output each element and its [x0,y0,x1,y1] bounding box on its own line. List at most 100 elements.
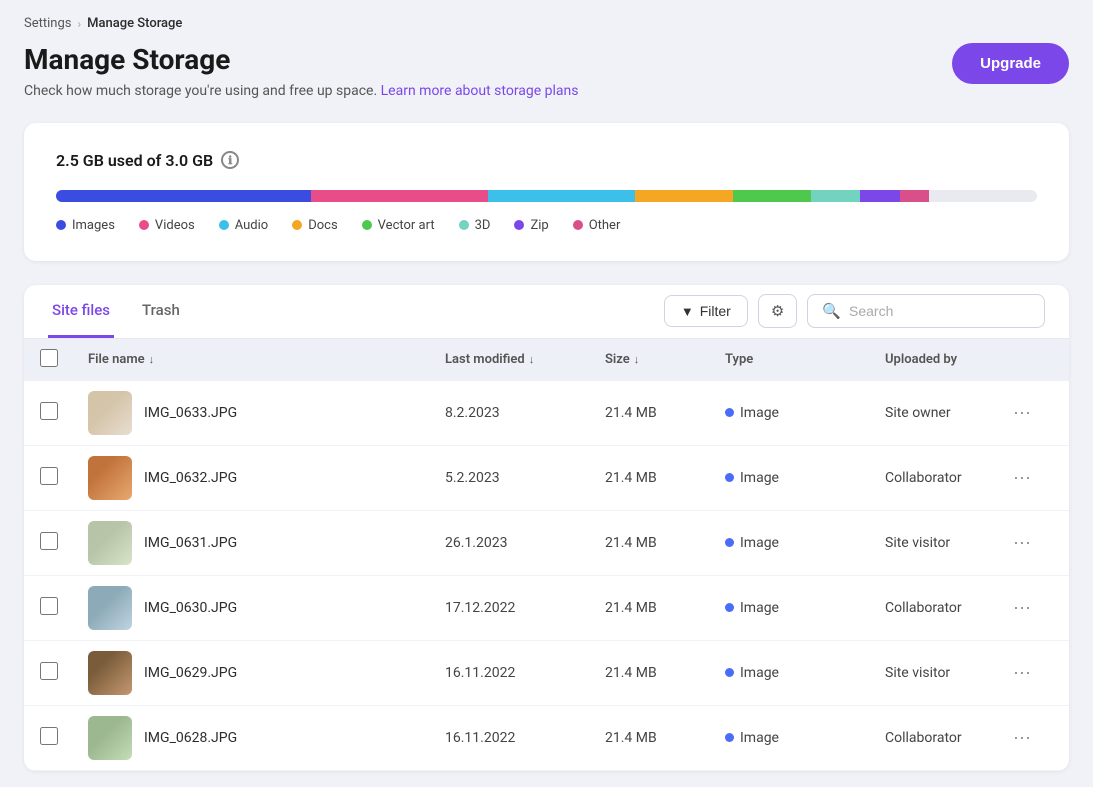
file-thumbnail [88,456,132,500]
row-checkbox[interactable] [40,597,58,615]
legend-label: Audio [235,218,268,233]
more-button[interactable]: ··· [1005,658,1039,687]
type-label: Image [740,470,779,486]
type-label: Image [740,730,779,746]
sliders-icon: ⚙ [771,303,784,320]
info-icon[interactable]: ℹ [221,151,239,169]
tab-site-files[interactable]: Site files [48,285,114,338]
table-row[interactable]: IMG_0630.JPG 17.12.2022 21.4 MB Image Co… [24,576,1069,641]
file-size: 21.4 MB [605,730,725,746]
legend-item-zip: Zip [514,218,548,233]
bar-segment-docs [635,190,733,202]
select-all-cell [40,349,88,371]
legend-item-images: Images [56,218,115,233]
table-header: File name ↓ Last modified ↓ Size ↓ Type … [24,339,1069,381]
uploaded-by: Collaborator [885,600,1005,616]
tab-trash[interactable]: Trash [138,285,184,338]
more-button[interactable]: ··· [1005,528,1039,557]
sort-arrow-modified: ↓ [529,353,535,366]
type-label: Image [740,600,779,616]
row-checkbox[interactable] [40,662,58,680]
file-size: 21.4 MB [605,405,725,421]
storage-bar [56,190,1037,202]
search-input[interactable] [849,303,1030,319]
sort-arrow-filename: ↓ [149,353,155,366]
legend-dot [219,220,229,230]
file-type: Image [725,535,885,551]
tabs-actions: ▼ Filter ⚙ 🔍 [664,294,1045,328]
breadcrumb-separator: › [77,17,81,31]
file-name: IMG_0633.JPG [144,405,237,421]
page-title: Manage Storage [24,43,579,77]
file-name-cell: IMG_0628.JPG [88,716,445,760]
legend-dot [514,220,524,230]
col-header-modified[interactable]: Last modified ↓ [445,352,605,367]
file-type: Image [725,470,885,486]
last-modified: 26.1.2023 [445,535,605,551]
breadcrumb-parent[interactable]: Settings [24,16,71,31]
select-all-checkbox[interactable] [40,349,58,367]
legend-dot [573,220,583,230]
more-actions-cell: ··· [1005,593,1053,622]
row-checkbox-cell [40,727,88,749]
table-row[interactable]: IMG_0631.JPG 26.1.2023 21.4 MB Image Sit… [24,511,1069,576]
col-header-size[interactable]: Size ↓ [605,352,725,367]
col-size-label: Size [605,352,630,367]
storage-used-text: 2.5 GB used of 3.0 GB [56,151,213,170]
legend-item-docs: Docs [292,218,337,233]
legend-item-3d: 3D [459,218,491,233]
file-name-cell: IMG_0633.JPG [88,391,445,435]
legend-label: Other [589,218,621,233]
upgrade-button[interactable]: Upgrade [952,43,1069,84]
legend-label: Videos [155,218,195,233]
learn-more-link[interactable]: Learn more about storage plans [381,83,579,99]
legend-label: Zip [530,218,548,233]
table-row[interactable]: IMG_0628.JPG 16.11.2022 21.4 MB Image Co… [24,706,1069,771]
legend-dot [56,220,66,230]
type-dot [725,733,734,742]
storage-legend: Images Videos Audio Docs Vector art 3D Zip Othe… [56,218,1037,233]
row-checkbox[interactable] [40,467,58,485]
row-checkbox[interactable] [40,532,58,550]
more-actions-cell: ··· [1005,463,1053,492]
bar-segment-videos [311,190,488,202]
type-dot [725,473,734,482]
filter-button[interactable]: ▼ Filter [664,295,748,327]
uploaded-by: Site visitor [885,665,1005,681]
row-checkbox-cell [40,402,88,424]
more-button[interactable]: ··· [1005,593,1039,622]
row-checkbox[interactable] [40,727,58,745]
legend-dot [362,220,372,230]
file-thumbnail [88,651,132,695]
page-subtitle: Check how much storage you're using and … [24,83,579,99]
bar-segment-zip [860,190,899,202]
file-name-cell: IMG_0629.JPG [88,651,445,695]
type-label: Image [740,665,779,681]
table-row[interactable]: IMG_0629.JPG 16.11.2022 21.4 MB Image Si… [24,641,1069,706]
storage-label: 2.5 GB used of 3.0 GB ℹ [56,151,1037,170]
more-button[interactable]: ··· [1005,398,1039,427]
legend-item-vector-art: Vector art [362,218,435,233]
table-row[interactable]: IMG_0633.JPG 8.2.2023 21.4 MB Image Site… [24,381,1069,446]
uploaded-by: Collaborator [885,730,1005,746]
files-card: Site files Trash ▼ Filter ⚙ 🔍 [24,285,1069,771]
legend-dot [139,220,149,230]
file-thumbnail [88,521,132,565]
column-settings-button[interactable]: ⚙ [758,294,797,328]
col-modified-label: Last modified [445,352,525,367]
file-name-cell: IMG_0630.JPG [88,586,445,630]
more-button[interactable]: ··· [1005,723,1039,752]
last-modified: 5.2.2023 [445,470,605,486]
breadcrumb-current: Manage Storage [87,16,182,31]
bar-segment-images [56,190,311,202]
legend-item-other: Other [573,218,621,233]
row-checkbox-cell [40,662,88,684]
last-modified: 8.2.2023 [445,405,605,421]
file-name: IMG_0629.JPG [144,665,237,681]
filter-icon: ▼ [681,304,694,319]
more-button[interactable]: ··· [1005,463,1039,492]
table-row[interactable]: IMG_0632.JPG 5.2.2023 21.4 MB Image Coll… [24,446,1069,511]
row-checkbox[interactable] [40,402,58,420]
file-name: IMG_0631.JPG [144,535,237,551]
col-header-filename[interactable]: File name ↓ [88,352,445,367]
